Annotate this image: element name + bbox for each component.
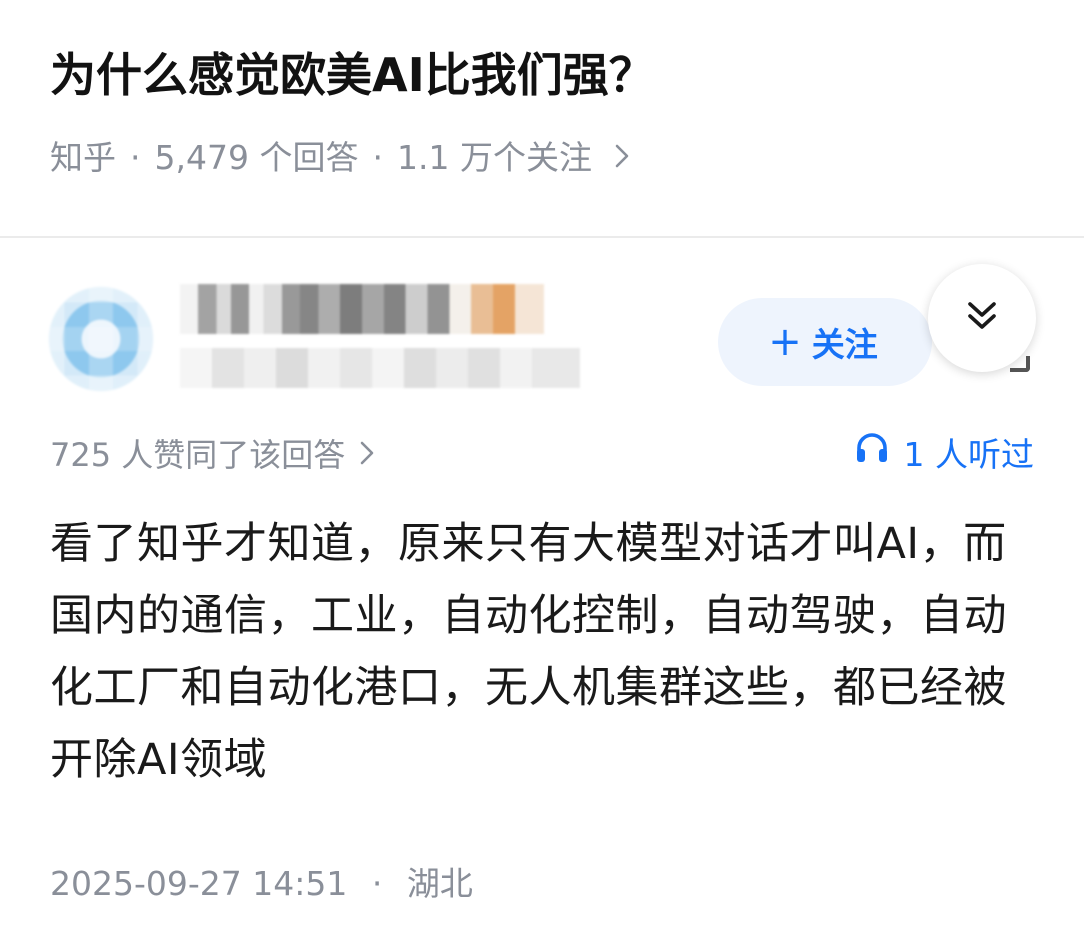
footer-separator: · bbox=[371, 864, 383, 903]
follow-button[interactable]: + 关注 bbox=[718, 298, 932, 386]
answer-content[interactable]: 看了知乎才知道，原来只有大模型对话才叫AI，而国内的通信，工业，自动化控制，自动… bbox=[50, 508, 1040, 796]
question-meta[interactable]: 知乎 · 5,479 个回答 · 1.1 万个关注 bbox=[50, 133, 630, 183]
collapse-button[interactable] bbox=[928, 264, 1036, 372]
follow-label: 关注 bbox=[811, 325, 878, 364]
meta-separator: · bbox=[372, 138, 383, 177]
chevron-right-icon bbox=[359, 430, 375, 480]
listen-info[interactable]: 1 人听过 bbox=[854, 430, 1035, 480]
double-chevron-down-icon bbox=[962, 296, 1002, 340]
location: 湖北 bbox=[406, 864, 473, 903]
listen-count: 1 人听过 bbox=[903, 435, 1035, 474]
timestamp: 2025-09-27 14:51 bbox=[50, 864, 348, 903]
answer-footer: 2025-09-27 14:51 · 湖北 bbox=[50, 856, 473, 912]
source-label: 知乎 bbox=[50, 138, 116, 177]
likes-text: 725 人赞同了该回答 bbox=[50, 436, 346, 474]
answer-count: 5,479 个回答 bbox=[154, 138, 359, 177]
author-bio-blurred bbox=[180, 348, 580, 388]
question-title[interactable]: 为什么感觉欧美AI比我们强？ bbox=[50, 40, 1050, 110]
author-name-blurred[interactable] bbox=[180, 284, 544, 334]
plus-icon: + bbox=[768, 319, 802, 365]
section-divider bbox=[0, 236, 1084, 238]
likes-info[interactable]: 725 人赞同了该回答 bbox=[50, 430, 375, 480]
follower-count: 1.1 万个关注 bbox=[396, 138, 592, 177]
meta-separator: · bbox=[130, 138, 141, 177]
headphones-icon bbox=[854, 430, 890, 480]
chevron-right-icon[interactable] bbox=[614, 133, 630, 183]
avatar[interactable] bbox=[40, 278, 162, 400]
